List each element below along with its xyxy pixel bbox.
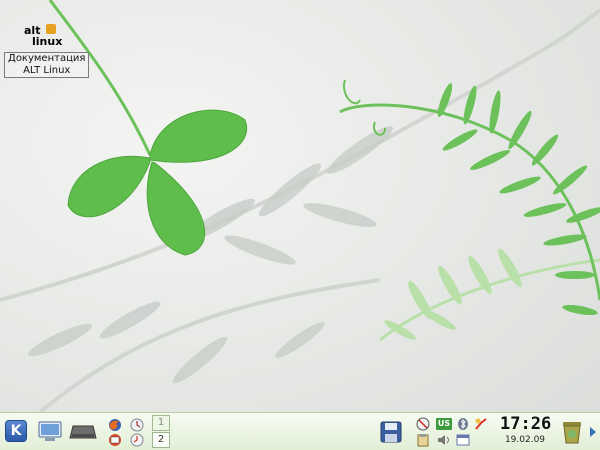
- clock-app-icon: [130, 418, 144, 431]
- pager-desktop-2[interactable]: 2: [152, 432, 170, 448]
- desktop-pager: 1 2: [152, 415, 170, 449]
- network-icon: [416, 417, 430, 431]
- my-computer-launcher[interactable]: [36, 418, 64, 446]
- panel-expand-arrow-icon[interactable]: [590, 427, 596, 437]
- panel-clock[interactable]: 17:26 19.02.09: [500, 414, 552, 449]
- desktop-wallpaper: [0, 0, 600, 412]
- taskbar-panel: K 1 2 US 17:26 19.02.09: [0, 412, 600, 450]
- clipboard-icon: [417, 434, 429, 447]
- update-icon: [475, 418, 487, 430]
- alt-linux-logo-icon: alt linux: [24, 24, 64, 50]
- hard-drive-launcher[interactable]: [68, 418, 98, 446]
- logo-flag: [46, 24, 56, 34]
- network-tray-item[interactable]: [416, 417, 430, 431]
- my-computer-icon: [38, 421, 62, 441]
- window-list-icon: [456, 434, 470, 446]
- caption-line-1: Документация: [8, 53, 86, 64]
- window-list-tray-item[interactable]: [456, 433, 470, 447]
- mail-icon: [109, 433, 121, 446]
- save-session-button[interactable]: [378, 419, 404, 445]
- clipboard-tray-item[interactable]: [416, 433, 430, 447]
- clock-date: 19.02.09: [504, 435, 546, 445]
- time-settings-icon: [130, 433, 144, 446]
- clock-app-launcher[interactable]: [126, 417, 148, 432]
- pager-desktop-1[interactable]: 1: [152, 415, 170, 431]
- clock-time: 17:26: [500, 414, 552, 434]
- mail-launcher[interactable]: [104, 432, 126, 447]
- quick-launch-grid: [104, 417, 148, 447]
- firefox-icon: [109, 418, 121, 431]
- time-settings-launcher[interactable]: [126, 432, 148, 447]
- keyboard-layout-label: US: [435, 418, 453, 430]
- desktop-icon-caption: Документация ALT Linux: [4, 52, 90, 78]
- alt-linux-docs-desktop-icon[interactable]: alt linux Документация ALT Linux: [4, 24, 90, 78]
- logo-text-linux: linux: [32, 35, 63, 48]
- volume-tray-item[interactable]: [436, 433, 450, 447]
- system-tray: US: [416, 416, 504, 448]
- firefox-launcher[interactable]: [104, 417, 126, 432]
- trash-applet[interactable]: [558, 416, 586, 446]
- caption-line-2: ALT Linux: [23, 65, 71, 76]
- kmenu-button[interactable]: K: [2, 417, 30, 445]
- trash-icon: [563, 422, 581, 444]
- hard-drive-icon: [69, 425, 97, 439]
- bluetooth-tray-item[interactable]: [456, 417, 470, 431]
- keyboard-layout-indicator[interactable]: US: [435, 417, 453, 431]
- floppy-disk-icon: [380, 421, 402, 443]
- kde-logo-icon: K: [5, 420, 27, 442]
- speaker-icon: [438, 435, 449, 445]
- update-tray-item[interactable]: [474, 417, 488, 431]
- bluetooth-icon: [458, 418, 468, 430]
